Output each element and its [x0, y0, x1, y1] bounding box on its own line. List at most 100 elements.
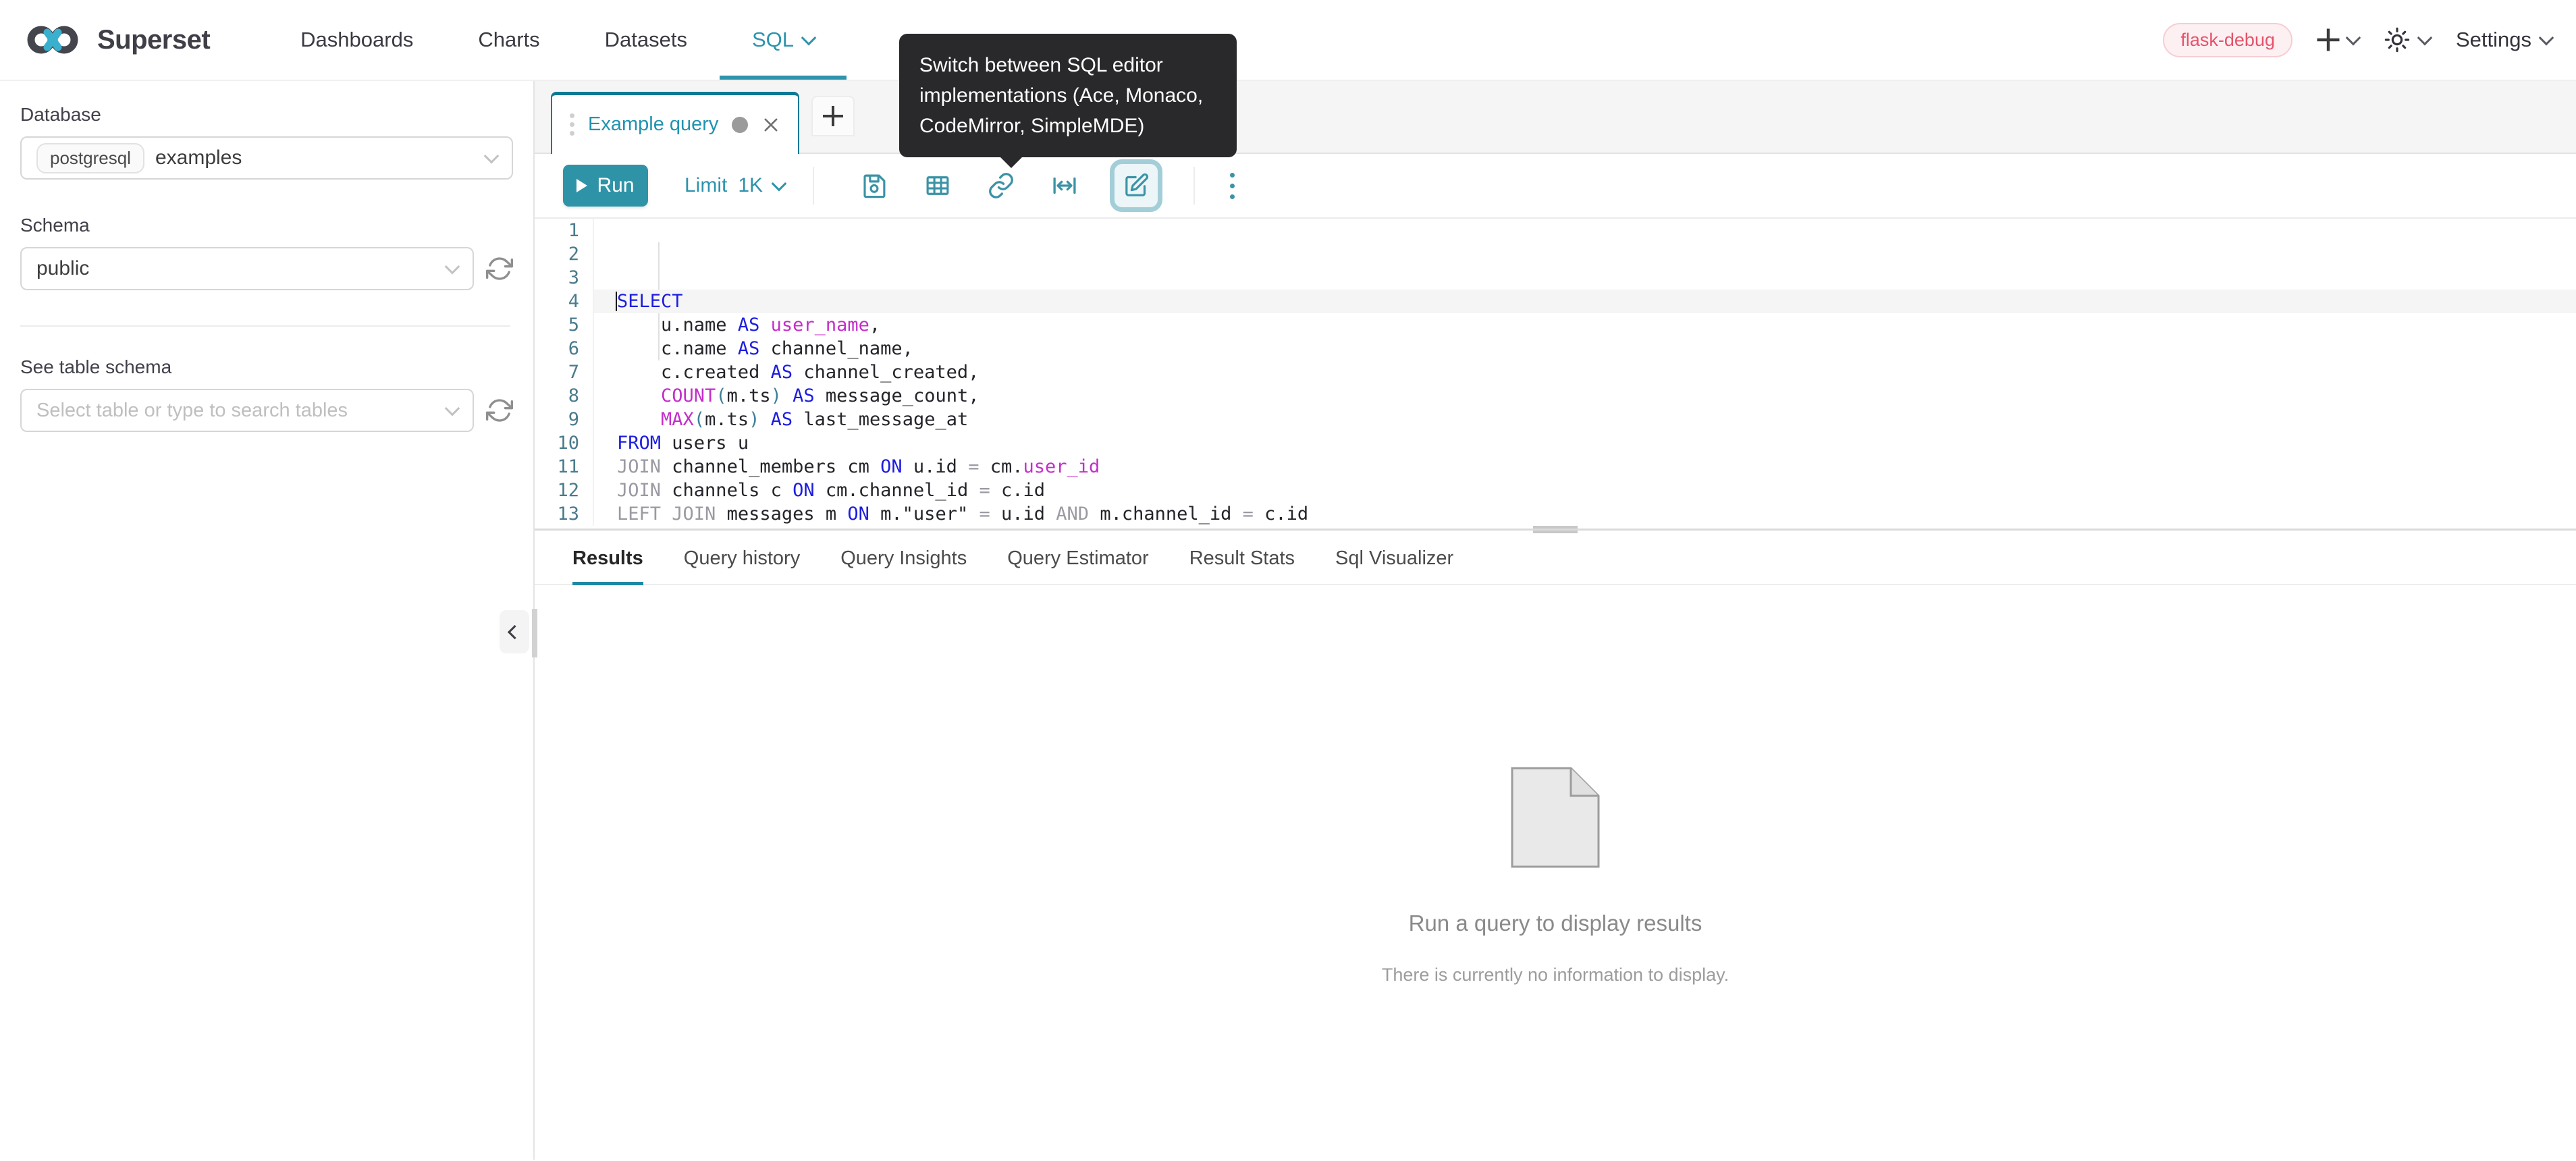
add-tab-button[interactable] — [811, 96, 855, 136]
close-tab-icon[interactable] — [761, 115, 780, 134]
code-token: channel_created, — [793, 362, 979, 383]
line-number: 9 — [535, 408, 579, 431]
expand-width-icon — [1050, 171, 1079, 200]
collapse-sidebar-button[interactable] — [500, 610, 529, 653]
code-token: c.id — [1254, 504, 1308, 524]
brand-name: Superset — [97, 25, 210, 55]
settings-label: Settings — [2456, 28, 2531, 52]
results-tab-result-stats[interactable]: Result Stats — [1189, 533, 1295, 584]
database-select[interactable]: postgresql examples — [20, 136, 513, 180]
caret-down-icon — [2539, 30, 2554, 46]
tooltip-line: CodeMirror, SimpleMDE) — [919, 111, 1216, 141]
code-token: = — [979, 504, 990, 524]
sql-lab-content: Example query Run Limit 1K — [535, 81, 2576, 1160]
table-select-placeholder: Select table or type to search tables — [36, 400, 348, 422]
caret-down-icon — [2417, 30, 2433, 46]
sidebar-resize-handle[interactable] — [532, 609, 537, 657]
code-line[interactable]: JOIN channels c ON cm.channel_id = c.id — [594, 479, 2576, 502]
results-tab-query-estimator[interactable]: Query Estimator — [1007, 533, 1149, 584]
refresh-tables-button[interactable] — [486, 397, 513, 424]
code-token: channels c — [661, 480, 793, 501]
expand-editor-button[interactable] — [1050, 171, 1079, 200]
limit-value: 1K — [738, 174, 763, 197]
editor-toolbar: Run Limit 1K — [535, 154, 2576, 217]
settings-menu[interactable]: Settings — [2456, 28, 2552, 52]
table-select[interactable]: Select table or type to search tables — [20, 389, 474, 432]
line-number: 8 — [535, 384, 579, 408]
line-number: 3 — [535, 266, 579, 290]
save-button[interactable] — [860, 171, 888, 200]
table-schema-label: See table schema — [20, 356, 513, 378]
switch-editor-button[interactable] — [1110, 159, 1162, 212]
editor-results-splitter[interactable] — [535, 526, 2576, 533]
code-token: = — [979, 480, 990, 501]
theme-toggle[interactable] — [2384, 27, 2430, 53]
code-token: c.name — [617, 338, 738, 359]
code-token: JOIN — [617, 456, 661, 477]
kebab-menu-icon[interactable] — [1230, 173, 1235, 199]
code-line[interactable]: FROM users u — [594, 431, 2576, 455]
code-token: AS — [793, 385, 815, 406]
code-area[interactable]: SELECT u.name AS user_name, c.name AS ch… — [594, 219, 2576, 526]
code-line[interactable]: COUNT(m.ts) AS message_count, — [594, 384, 2576, 408]
code-token: JOIN — [617, 480, 661, 501]
code-line[interactable]: MAX(m.ts) AS last_message_at — [594, 408, 2576, 431]
line-number: 10 — [535, 431, 579, 455]
code-token: COUNT — [661, 385, 716, 406]
tab-example-query[interactable]: Example query — [551, 92, 799, 154]
switch-editor-tooltip: Switch between SQL editorimplementations… — [899, 34, 1237, 157]
code-token: m.ts — [727, 385, 771, 406]
schema-select[interactable]: public — [20, 247, 474, 290]
results-tab-sql-visualizer[interactable]: Sql Visualizer — [1335, 533, 1453, 584]
editor-tabstrip: Example query — [535, 81, 2576, 154]
code-line[interactable]: LEFT JOIN messages m ON m."user" = u.id … — [594, 502, 2576, 526]
document-icon — [1510, 766, 1601, 869]
code-token: m.ts — [705, 409, 749, 430]
code-token: user_name — [771, 315, 869, 335]
line-number: 5 — [535, 313, 579, 337]
nav-item-datasets[interactable]: Datasets — [572, 0, 720, 80]
code-line[interactable]: c.name AS channel_name, — [594, 337, 2576, 360]
database-group: Database postgresql examples — [20, 104, 513, 180]
code-token: , — [869, 315, 880, 335]
refresh-schema-button[interactable] — [486, 255, 513, 282]
code-token: cm.channel_id — [815, 480, 980, 501]
code-token: = — [1243, 504, 1254, 524]
splitter-grip[interactable] — [1533, 526, 1578, 533]
nav-item-dashboards[interactable]: Dashboards — [268, 0, 446, 80]
results-tab-query-history[interactable]: Query history — [684, 533, 800, 584]
code-token: = — [968, 456, 979, 477]
limit-dropdown[interactable]: Limit 1K — [685, 174, 784, 197]
code-line[interactable]: JOIN channel_members cm ON u.id = cm.use… — [594, 455, 2576, 479]
nav-item-charts[interactable]: Charts — [446, 0, 572, 80]
brand[interactable]: Superset — [24, 0, 210, 80]
line-number: 1 — [535, 219, 579, 242]
nav-item-label: Dashboards — [300, 28, 413, 52]
render-table-button[interactable] — [923, 171, 952, 200]
unsaved-indicator-dot — [732, 117, 748, 133]
edit-icon — [1123, 172, 1150, 199]
code-token: ) — [749, 409, 759, 430]
run-button[interactable]: Run — [563, 165, 648, 207]
nav-item-sql[interactable]: SQL — [720, 0, 847, 80]
environment-badge: flask-debug — [2163, 23, 2292, 57]
superset-infinity-logo — [24, 21, 86, 59]
code-token: AND — [1056, 504, 1089, 524]
plus-icon — [2317, 29, 2339, 51]
code-line[interactable]: c.created AS channel_created, — [594, 360, 2576, 384]
results-tabs: Results Query history Query Insights Query … — [535, 533, 2576, 585]
caret-down-icon — [445, 401, 460, 416]
plus-icon — [823, 106, 843, 126]
sql-code-editor[interactable]: 12345678910111213 SELECT u.name AS user_… — [535, 217, 2576, 526]
code-token — [759, 315, 770, 335]
code-token: channel_members cm — [661, 456, 880, 477]
new-item-menu[interactable] — [2318, 30, 2359, 50]
code-line[interactable]: SELECT — [594, 290, 2576, 313]
results-tab-results[interactable]: Results — [572, 533, 643, 584]
drag-handle-icon[interactable] — [570, 113, 574, 136]
caret-down-icon — [2346, 30, 2361, 46]
results-tab-query-insights[interactable]: Query Insights — [840, 533, 967, 584]
code-line[interactable]: u.name AS user_name, — [594, 313, 2576, 337]
code-token: AS — [771, 409, 793, 430]
code-token: u.name — [617, 315, 738, 335]
